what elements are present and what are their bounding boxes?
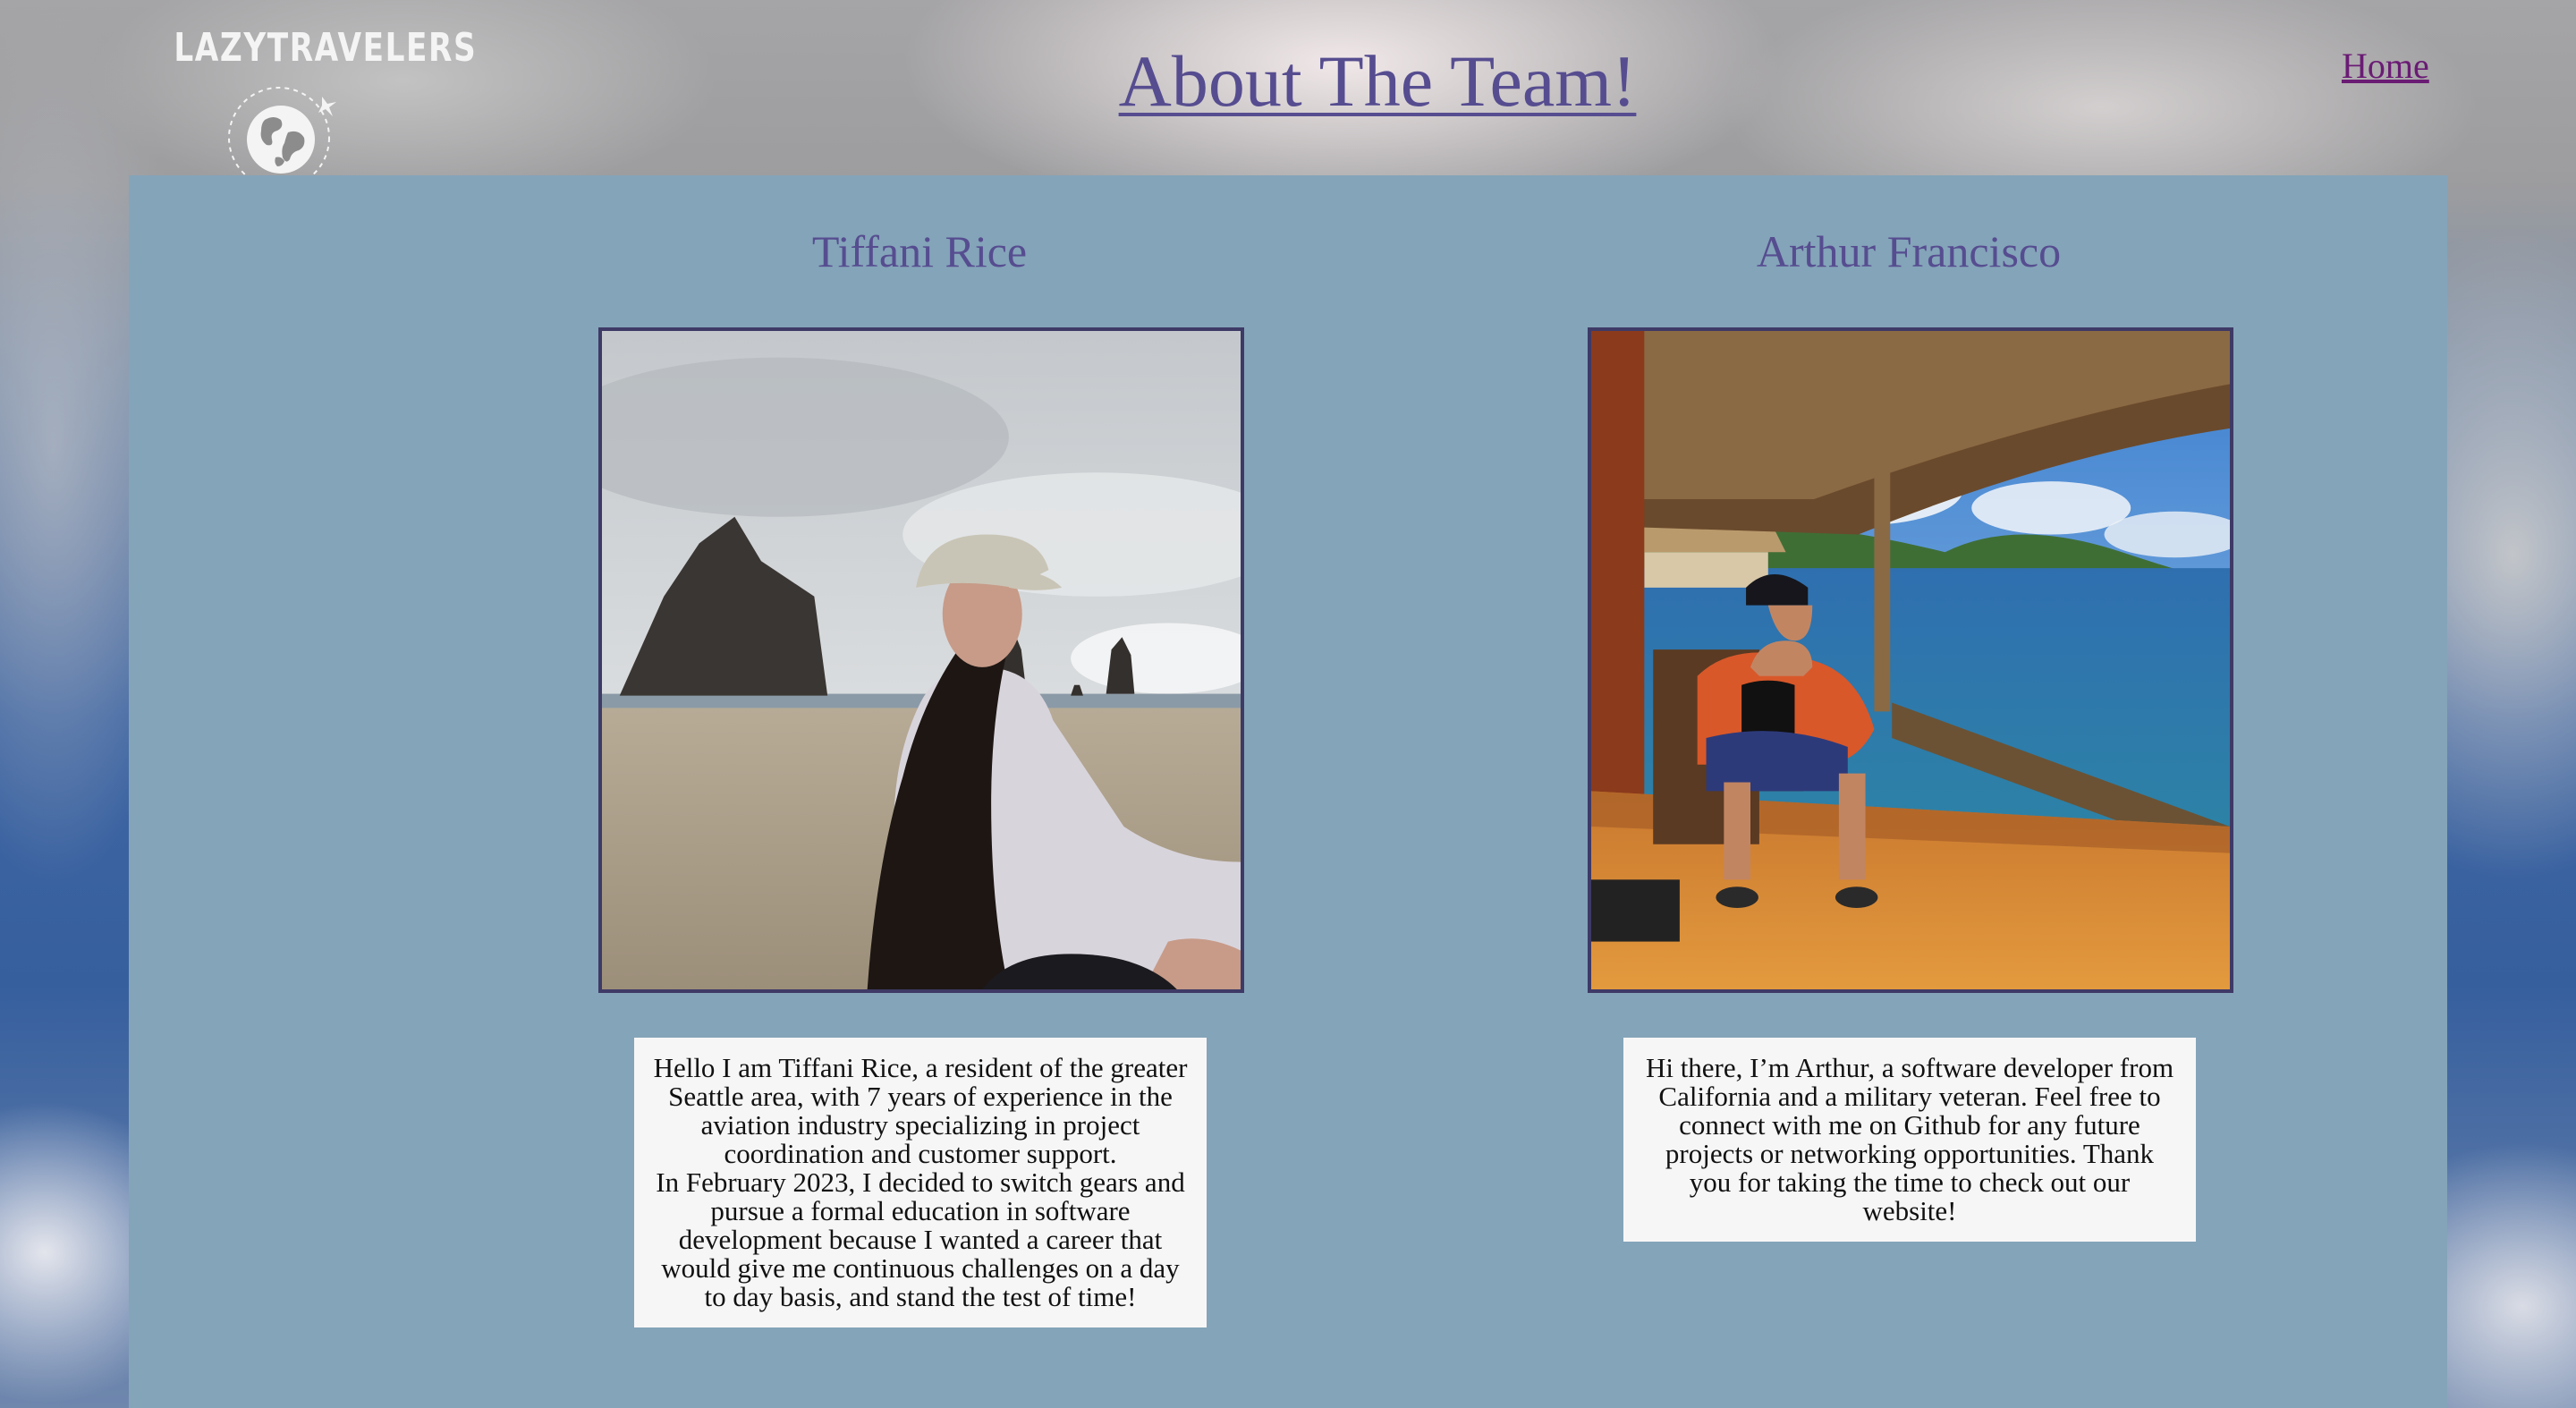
member-photo — [598, 327, 1244, 993]
member-name: Arthur Francisco — [1756, 226, 2062, 276]
member-name: Tiffani Rice — [811, 226, 1028, 276]
member-photo — [1588, 327, 2233, 993]
bio-paragraph: In February 2023, I decided to switch ge… — [656, 1166, 1185, 1312]
bio-paragraph: Hello I am Tiffani Rice, a resident of t… — [653, 1052, 1188, 1169]
member-bio: Hi there, I’m Arthur, a software develop… — [1623, 1038, 2196, 1242]
bio-paragraph: Hi there, I’m Arthur, a software develop… — [1645, 1052, 2174, 1226]
page-title[interactable]: About The Team! — [0, 39, 2576, 123]
member-bio: Hello I am Tiffani Rice, a resident of t… — [634, 1038, 1207, 1327]
team-panel: Tiffani Rice Hello I am Tiffani Rice, a … — [129, 175, 2447, 1408]
nav-home-link[interactable]: Home — [2342, 45, 2429, 87]
